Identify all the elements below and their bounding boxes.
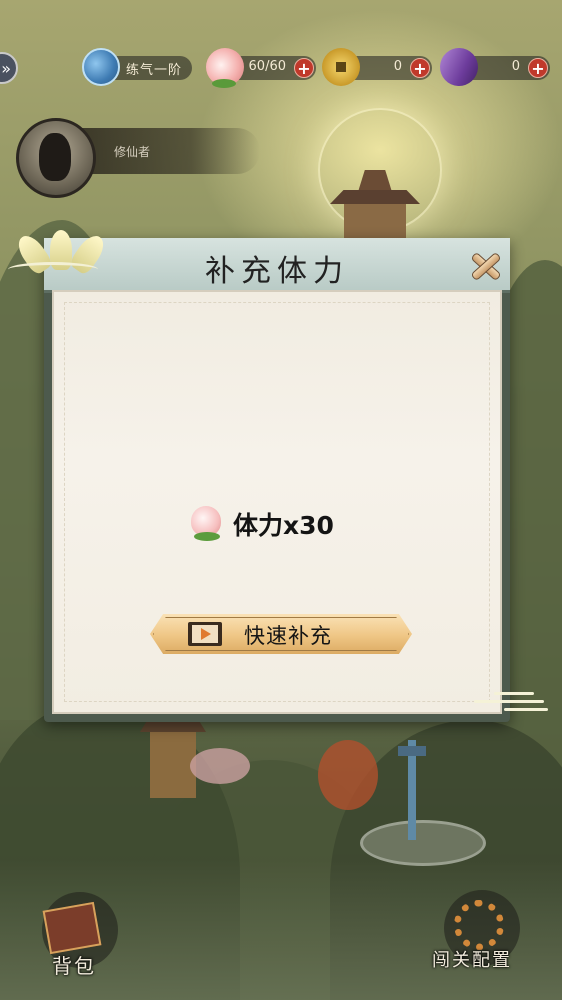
realm-display: 练气一阶 xyxy=(82,48,192,86)
bag-button[interactable]: 背包 xyxy=(38,892,128,982)
coin-icon xyxy=(322,48,360,86)
add-coin-button[interactable]: + xyxy=(410,58,430,78)
player-name: 修仙者 xyxy=(114,145,151,159)
gear-icon xyxy=(454,900,504,950)
dialog-header: 补充体力 xyxy=(44,238,510,293)
expand-menu-button[interactable]: » xyxy=(0,52,18,84)
realm-label: 练气一阶 xyxy=(126,63,183,78)
bag-label: 背包 xyxy=(52,954,96,978)
stamina-value: 60/60 xyxy=(248,59,286,74)
quick-refill-button[interactable]: 快速补充 xyxy=(150,614,412,654)
double-chevron-right-icon: » xyxy=(1,58,11,78)
sword-statue xyxy=(398,740,426,840)
bag-icon xyxy=(42,901,102,955)
stamina-display: 60/60 + xyxy=(206,48,316,88)
cloud-ornament-right xyxy=(464,688,554,714)
reward-text: 体力x30 xyxy=(233,511,334,540)
coin-display: 0 + xyxy=(322,48,432,86)
dialog-body: 体力x30 快速补充 xyxy=(52,290,502,714)
blossom-tree xyxy=(190,748,250,784)
add-gem-button[interactable]: + xyxy=(528,58,548,78)
small-house xyxy=(150,728,196,798)
gem-value: 0 xyxy=(511,59,520,74)
purple-gem-icon xyxy=(434,42,484,92)
taiji-icon xyxy=(82,48,120,86)
cloud-ornament-left xyxy=(8,262,98,277)
stage-config-button[interactable]: 闯关配置 xyxy=(432,890,542,980)
refill-stamina-dialog: 补充体力 体力x30 快速补充 xyxy=(8,230,548,722)
coin-value: 0 xyxy=(393,59,402,74)
dialog-title: 补充体力 xyxy=(205,254,349,289)
gem-display: 0 + xyxy=(434,42,550,92)
red-tree xyxy=(318,740,378,810)
temple-building xyxy=(330,170,420,240)
avatar[interactable] xyxy=(16,118,96,198)
add-stamina-button[interactable]: + xyxy=(294,58,314,78)
peach-icon xyxy=(191,506,221,541)
video-ad-icon xyxy=(188,622,222,646)
peach-icon xyxy=(206,48,244,88)
quick-refill-label: 快速补充 xyxy=(244,624,332,648)
stage-config-label: 闯关配置 xyxy=(432,950,512,971)
close-button[interactable] xyxy=(466,248,502,282)
resource-bar: » 练气一阶 60/60 + 0 + 0 + xyxy=(0,42,562,92)
